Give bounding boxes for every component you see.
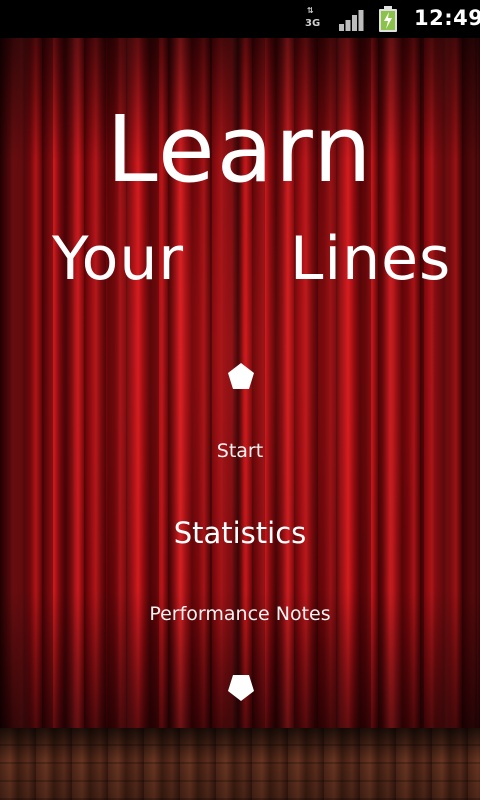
scroll-down-pentagon-icon[interactable]: [226, 673, 256, 703]
menu-item-performance-notes[interactable]: Performance Notes: [0, 601, 480, 627]
network-type-label: 3G: [305, 18, 321, 29]
menu-item-start[interactable]: Start: [0, 438, 480, 464]
battery-charging-icon: [379, 6, 397, 32]
signal-strength-icon: [339, 10, 364, 31]
status-bar: ⇅ 3G 12:49: [0, 0, 480, 38]
data-transfer-icon: ⇅ 3G: [305, 6, 321, 29]
scroll-up-pentagon-icon[interactable]: [226, 361, 256, 391]
title-your: Your: [52, 224, 185, 294]
menu-item-statistics[interactable]: Statistics: [0, 514, 480, 552]
title-lines: Lines: [290, 224, 452, 294]
stage-floor: [0, 728, 480, 800]
title-learn: Learn: [106, 96, 374, 203]
status-clock: 12:49: [414, 6, 480, 30]
app-screen: ⇅ 3G 12:49 Learn Your Lines Start Statis…: [0, 0, 480, 800]
